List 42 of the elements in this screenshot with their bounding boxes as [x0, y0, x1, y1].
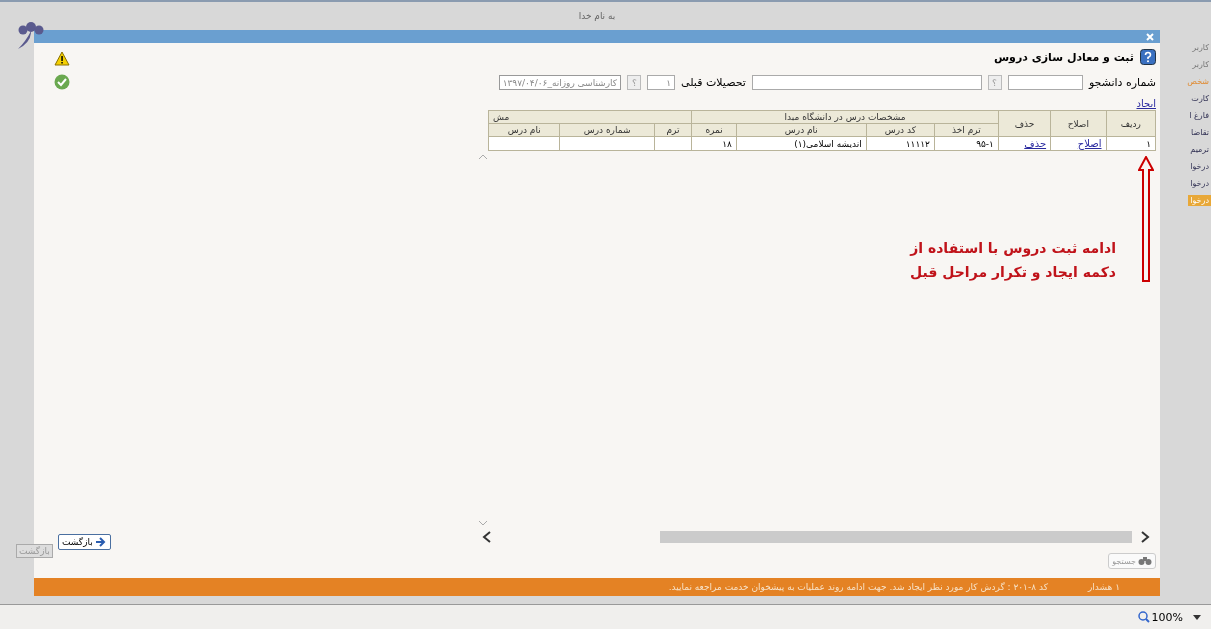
sidebar-item: کاربر [1191, 59, 1210, 70]
annotation-text: دکمه ایجاد و تکرار مراحل قبل [910, 264, 1116, 280]
education-field[interactable]: کارشناسی روزانه_۱۳۹۷/۰۴/۰۶ [498, 75, 622, 90]
help-icon[interactable] [1140, 49, 1156, 65]
warning-count: ۱ هشدار [1087, 582, 1120, 592]
sidebar-item[interactable]: تقاضا [1189, 127, 1211, 138]
sidebar-item: کاربر [1191, 42, 1210, 53]
close-button[interactable] [1146, 32, 1154, 41]
sidebar-item[interactable]: فارغ ا [1187, 110, 1211, 121]
column-header: اصلاح [1050, 110, 1106, 137]
warning-icon [54, 51, 70, 66]
binoculars-icon [1138, 556, 1152, 566]
education-index-field[interactable]: ۱ [647, 75, 676, 90]
annotation-text: ادامه ثبت دروس با استفاده از [910, 240, 1116, 256]
status-message: کد ۸-۲۰۱ : گردش کار مورد نظر ایجاد شد. جهت ادامه روند عملیات به پیشخوان خدمت مراجعه نمایید. [668, 582, 1048, 592]
sidebar-item[interactable]: درخوا [1188, 161, 1211, 172]
create-link[interactable]: ایجاد [1136, 98, 1156, 109]
arrow-icon [94, 536, 107, 548]
sidebar-item[interactable]: درخوا [1188, 178, 1211, 189]
zoom-icon [1137, 611, 1150, 623]
sidebar-item[interactable]: ترمیم [1188, 144, 1211, 155]
form-title: ثبت و معادل سازی دروس [993, 50, 1134, 64]
column-group-header: مش [493, 112, 510, 122]
page-title: به نام خدا [578, 11, 616, 21]
sidebar-item: شخص [1186, 76, 1210, 87]
scroll-left-icon[interactable] [482, 531, 492, 543]
sidebar-item[interactable]: کارت [1189, 93, 1211, 104]
column-header: حذف [998, 110, 1051, 137]
zoom-level[interactable]: 100% [1137, 610, 1183, 624]
check-icon [54, 74, 70, 90]
up-arrow-icon [1138, 156, 1154, 282]
column-header: ردیف [1106, 110, 1156, 137]
back-button[interactable]: بازگشت [58, 534, 111, 550]
field-label: تحصیلات قبلی [681, 76, 746, 89]
scroll-right-icon[interactable] [1140, 531, 1150, 543]
student-name-field[interactable] [751, 75, 982, 90]
column-group-header: مشخصات درس در دانشگاه مبدا [691, 110, 999, 124]
field-label: شماره دانشجو [1088, 76, 1156, 89]
scroll-down-icon[interactable] [478, 520, 488, 526]
student-number-field[interactable] [1007, 75, 1083, 90]
scroll-up-icon[interactable] [478, 154, 488, 160]
dropdown-caret-icon[interactable] [1193, 614, 1201, 620]
